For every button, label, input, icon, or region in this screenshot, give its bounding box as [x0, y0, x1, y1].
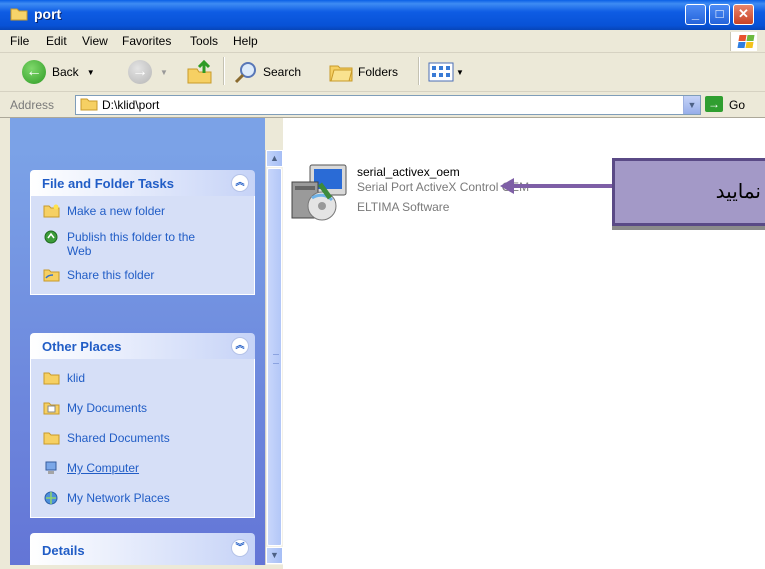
- scroll-thumb[interactable]: [267, 168, 282, 546]
- my-computer-icon: [45, 461, 57, 474]
- menu-favorites[interactable]: Favorites: [122, 34, 171, 48]
- collapse-icon[interactable]: ︽: [231, 337, 249, 355]
- place-klid[interactable]: klid: [31, 369, 254, 391]
- other-places-panel: Other Places ︽ klid My Documents Shared …: [30, 333, 255, 518]
- my-documents-icon: [43, 402, 60, 415]
- installer-icon[interactable]: [290, 162, 352, 222]
- network-places-icon: [44, 491, 58, 505]
- task-label: Publish this folder to the Web: [67, 230, 196, 258]
- place-my-documents[interactable]: My Documents: [31, 399, 254, 421]
- folder-icon: [80, 98, 98, 111]
- folder-icon: [43, 372, 60, 385]
- address-label: Address: [10, 98, 55, 112]
- task-pane: File and Folder Tasks ︽ Make a new folde…: [10, 150, 265, 565]
- forward-button[interactable]: → ▼: [128, 60, 168, 84]
- place-shared-documents[interactable]: Shared Documents: [31, 429, 254, 451]
- title-bar[interactable]: port _ □ ✕: [0, 0, 765, 30]
- place-label: Shared Documents: [67, 431, 170, 445]
- minimize-button[interactable]: _: [685, 4, 706, 25]
- menu-bar: File Edit View Favorites Tools Help: [0, 30, 765, 53]
- search-button[interactable]: Search: [233, 60, 301, 84]
- callout-shadow: [612, 226, 765, 230]
- windows-logo-icon: [730, 32, 757, 51]
- new-folder-icon: [43, 204, 60, 218]
- address-bar: Address D:\klid\port ▼ → Go: [0, 92, 765, 118]
- task-label: Share this folder: [67, 268, 155, 282]
- standard-toolbar: ← Back ▼ → ▼ Search Folders ▼: [0, 53, 765, 92]
- back-dropdown-icon[interactable]: ▼: [87, 68, 95, 77]
- address-input[interactable]: D:\klid\port ▼: [75, 95, 701, 115]
- up-folder-button[interactable]: [186, 59, 214, 85]
- place-label: klid: [67, 371, 86, 385]
- details-panel: Details ︾: [30, 533, 255, 565]
- folders-label: Folders: [358, 65, 399, 79]
- annotation-callout: نمایید: [612, 158, 765, 226]
- place-label: My Network Places: [67, 491, 170, 505]
- file-folder-tasks-title: File and Folder Tasks: [42, 176, 174, 191]
- file-vendor: ELTIMA Software: [357, 200, 450, 214]
- maximize-button[interactable]: □: [709, 4, 730, 25]
- folders-button[interactable]: Folders: [328, 60, 398, 84]
- menu-file[interactable]: File: [10, 34, 29, 48]
- views-button[interactable]: ▼: [428, 61, 464, 83]
- address-dropdown-icon[interactable]: ▼: [683, 96, 700, 114]
- window-title: port: [34, 6, 62, 22]
- forward-dropdown-icon[interactable]: ▼: [160, 68, 168, 77]
- expand-icon[interactable]: ︾: [231, 539, 249, 557]
- go-arrow-icon[interactable]: →: [705, 96, 723, 112]
- folders-icon: [329, 65, 353, 82]
- folder-icon: [43, 432, 60, 445]
- collapse-icon[interactable]: ︽: [231, 174, 249, 192]
- back-arrow-icon: ←: [22, 60, 46, 84]
- menu-view[interactable]: View: [82, 34, 108, 48]
- menu-help[interactable]: Help: [233, 34, 258, 48]
- publish-web-icon: [44, 230, 58, 244]
- annotation-arrow: [512, 184, 612, 188]
- task-pane-scrollbar[interactable]: ▲ ▼: [265, 150, 283, 565]
- place-my-network-places[interactable]: My Network Places: [31, 489, 254, 511]
- place-my-computer[interactable]: My Computer: [31, 459, 254, 481]
- scroll-down-icon[interactable]: ▼: [266, 547, 283, 564]
- close-button[interactable]: ✕: [733, 4, 754, 25]
- share-folder-icon: [43, 269, 60, 282]
- place-label: My Computer: [67, 461, 140, 475]
- task-label: Make a new folder: [67, 204, 166, 218]
- folder-icon: [10, 8, 28, 21]
- other-places-header[interactable]: Other Places ︽: [30, 333, 255, 359]
- other-places-title: Other Places: [42, 339, 122, 354]
- file-folder-tasks-header[interactable]: File and Folder Tasks ︽: [30, 170, 255, 196]
- task-make-new-folder[interactable]: Make a new folder: [31, 202, 254, 224]
- file-name[interactable]: serial_activex_oem: [357, 165, 460, 179]
- task-share-folder[interactable]: Share this folder: [31, 266, 254, 288]
- place-label: My Documents: [67, 401, 148, 415]
- menu-tools[interactable]: Tools: [190, 34, 218, 48]
- address-value: D:\klid\port: [102, 98, 160, 112]
- file-folder-tasks-panel: File and Folder Tasks ︽ Make a new folde…: [30, 170, 255, 295]
- back-label: Back: [52, 65, 79, 79]
- menu-edit[interactable]: Edit: [46, 34, 67, 48]
- callout-text: نمایید: [715, 179, 761, 203]
- go-button[interactable]: Go: [729, 98, 745, 112]
- up-folder-icon: [187, 59, 212, 84]
- back-button[interactable]: ← Back ▼: [22, 60, 95, 84]
- forward-arrow-icon: →: [128, 60, 152, 84]
- scroll-up-icon[interactable]: ▲: [266, 150, 283, 167]
- views-icon: [428, 62, 454, 82]
- details-title: Details: [42, 543, 85, 558]
- task-publish-folder[interactable]: Publish this folder to the Web: [31, 228, 254, 260]
- views-dropdown-icon[interactable]: ▼: [456, 68, 464, 77]
- explorer-window: port _ □ ✕ File Edit View Favorites Tool…: [0, 0, 765, 569]
- details-header[interactable]: Details ︾: [30, 533, 255, 565]
- task-pane-header: [10, 118, 265, 150]
- search-label: Search: [263, 65, 302, 79]
- search-icon: [234, 62, 256, 84]
